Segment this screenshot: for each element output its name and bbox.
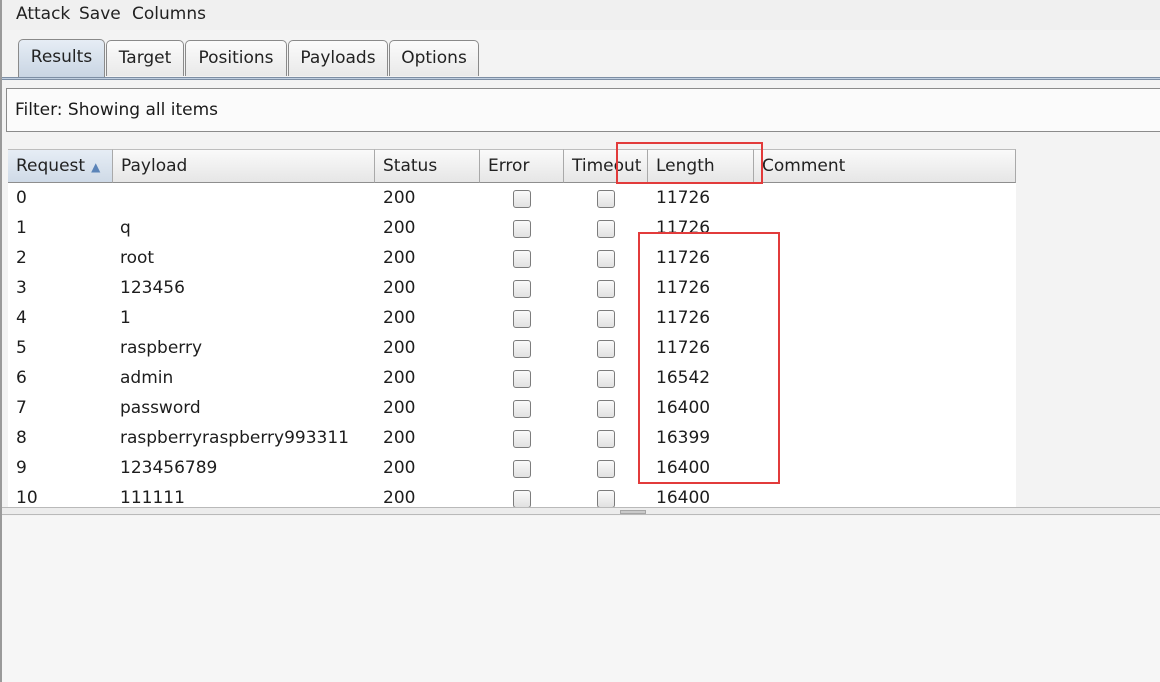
checkbox-error[interactable] — [513, 490, 531, 507]
filter-bar[interactable]: Filter: Showing all items — [6, 88, 1160, 132]
cell-payload: 123456789 — [120, 458, 218, 478]
cell-payload: q — [120, 218, 131, 238]
split-pane-divider[interactable] — [2, 507, 1160, 515]
table-row[interactable]: 0 200 11726 — [8, 184, 1016, 214]
table-row[interactable]: 4 1 200 11726 — [8, 304, 1016, 334]
cell-status: 200 — [383, 398, 416, 418]
cell-request: 5 — [16, 338, 27, 358]
cell-status: 200 — [383, 428, 416, 448]
cell-request: 0 — [16, 188, 27, 208]
sort-ascending-icon: ▲ — [91, 160, 101, 174]
column-header-error[interactable]: Error — [480, 149, 564, 183]
tab-options[interactable]: Options — [389, 40, 479, 76]
checkbox-error[interactable] — [513, 280, 531, 298]
lower-pane — [2, 516, 1160, 682]
table-row[interactable]: 7 password 200 16400 — [8, 394, 1016, 424]
table-row[interactable]: 10 111111 200 16400 — [8, 484, 1016, 507]
tab-positions[interactable]: Positions — [185, 40, 287, 76]
column-header-request[interactable]: Request ▲ — [8, 149, 113, 183]
table-row[interactable]: 2 root 200 11726 — [8, 244, 1016, 274]
column-header-status[interactable]: Status — [375, 149, 480, 183]
cell-request: 10 — [16, 488, 38, 507]
cell-payload: raspberryraspberry993311 — [120, 428, 349, 448]
menu-save[interactable]: Save — [79, 4, 121, 24]
checkbox-error[interactable] — [513, 220, 531, 238]
results-table: Request ▲ Payload Status Error Timeout Le… — [8, 149, 1016, 507]
split-pane-handle[interactable] — [620, 510, 646, 514]
cell-status: 200 — [383, 278, 416, 298]
cell-payload: root — [120, 248, 155, 268]
cell-request: 3 — [16, 278, 27, 298]
column-header-request-label: Request — [16, 156, 86, 176]
checkbox-timeout[interactable] — [597, 220, 615, 238]
cell-payload: admin — [120, 368, 174, 388]
menu-bar: Attack Save Columns — [2, 0, 1160, 30]
cell-payload: 111111 — [120, 488, 185, 507]
checkbox-timeout[interactable] — [597, 490, 615, 507]
cell-length: 11726 — [656, 188, 711, 208]
checkbox-timeout[interactable] — [597, 340, 615, 358]
menu-columns[interactable]: Columns — [132, 4, 206, 24]
checkbox-error[interactable] — [513, 460, 531, 478]
checkbox-error[interactable] — [513, 340, 531, 358]
tab-payloads[interactable]: Payloads — [288, 40, 388, 76]
cell-request: 4 — [16, 308, 27, 328]
checkbox-timeout[interactable] — [597, 250, 615, 268]
cell-request: 1 — [16, 218, 27, 238]
checkbox-timeout[interactable] — [597, 400, 615, 418]
annotation-box-length-header — [616, 142, 763, 184]
table-row[interactable]: 3 123456 200 11726 — [8, 274, 1016, 304]
cell-request: 2 — [16, 248, 27, 268]
checkbox-timeout[interactable] — [597, 460, 615, 478]
cell-request: 7 — [16, 398, 27, 418]
checkbox-error[interactable] — [513, 190, 531, 208]
cell-request: 8 — [16, 428, 27, 448]
table-header: Request ▲ Payload Status Error Timeout Le… — [8, 149, 1016, 183]
cell-payload: raspberry — [120, 338, 203, 358]
table-row[interactable]: 1 q 200 11726 — [8, 214, 1016, 244]
checkbox-timeout[interactable] — [597, 190, 615, 208]
checkbox-error[interactable] — [513, 250, 531, 268]
tab-strip-underline — [2, 77, 1160, 80]
table-row[interactable]: 9 123456789 200 16400 — [8, 454, 1016, 484]
table-row[interactable]: 5 raspberry 200 11726 — [8, 334, 1016, 364]
checkbox-error[interactable] — [513, 400, 531, 418]
cell-status: 200 — [383, 338, 416, 358]
checkbox-error[interactable] — [513, 430, 531, 448]
table-row[interactable]: 8 raspberryraspberry993311 200 16399 — [8, 424, 1016, 454]
column-header-payload[interactable]: Payload — [113, 149, 375, 183]
cell-payload: password — [120, 398, 201, 418]
filter-label: Filter: Showing all items — [15, 100, 219, 120]
tab-target[interactable]: Target — [106, 40, 184, 76]
cell-length: 16400 — [656, 488, 711, 507]
cell-status: 200 — [383, 488, 416, 507]
tab-results[interactable]: Results — [18, 39, 105, 77]
cell-status: 200 — [383, 248, 416, 268]
table-row[interactable]: 6 admin 200 16542 — [8, 364, 1016, 394]
cell-status: 200 — [383, 218, 416, 238]
checkbox-error[interactable] — [513, 370, 531, 388]
checkbox-timeout[interactable] — [597, 430, 615, 448]
cell-status: 200 — [383, 308, 416, 328]
column-header-comment[interactable]: Comment — [754, 149, 1016, 183]
cell-payload: 123456 — [120, 278, 185, 298]
cell-status: 200 — [383, 368, 416, 388]
checkbox-timeout[interactable] — [597, 310, 615, 328]
checkbox-timeout[interactable] — [597, 370, 615, 388]
cell-status: 200 — [383, 188, 416, 208]
cell-status: 200 — [383, 458, 416, 478]
cell-request: 6 — [16, 368, 27, 388]
cell-payload: 1 — [120, 308, 131, 328]
checkbox-error[interactable] — [513, 310, 531, 328]
cell-request: 9 — [16, 458, 27, 478]
annotation-box-length-values — [638, 232, 780, 484]
checkbox-timeout[interactable] — [597, 280, 615, 298]
menu-attack[interactable]: Attack — [16, 4, 70, 24]
